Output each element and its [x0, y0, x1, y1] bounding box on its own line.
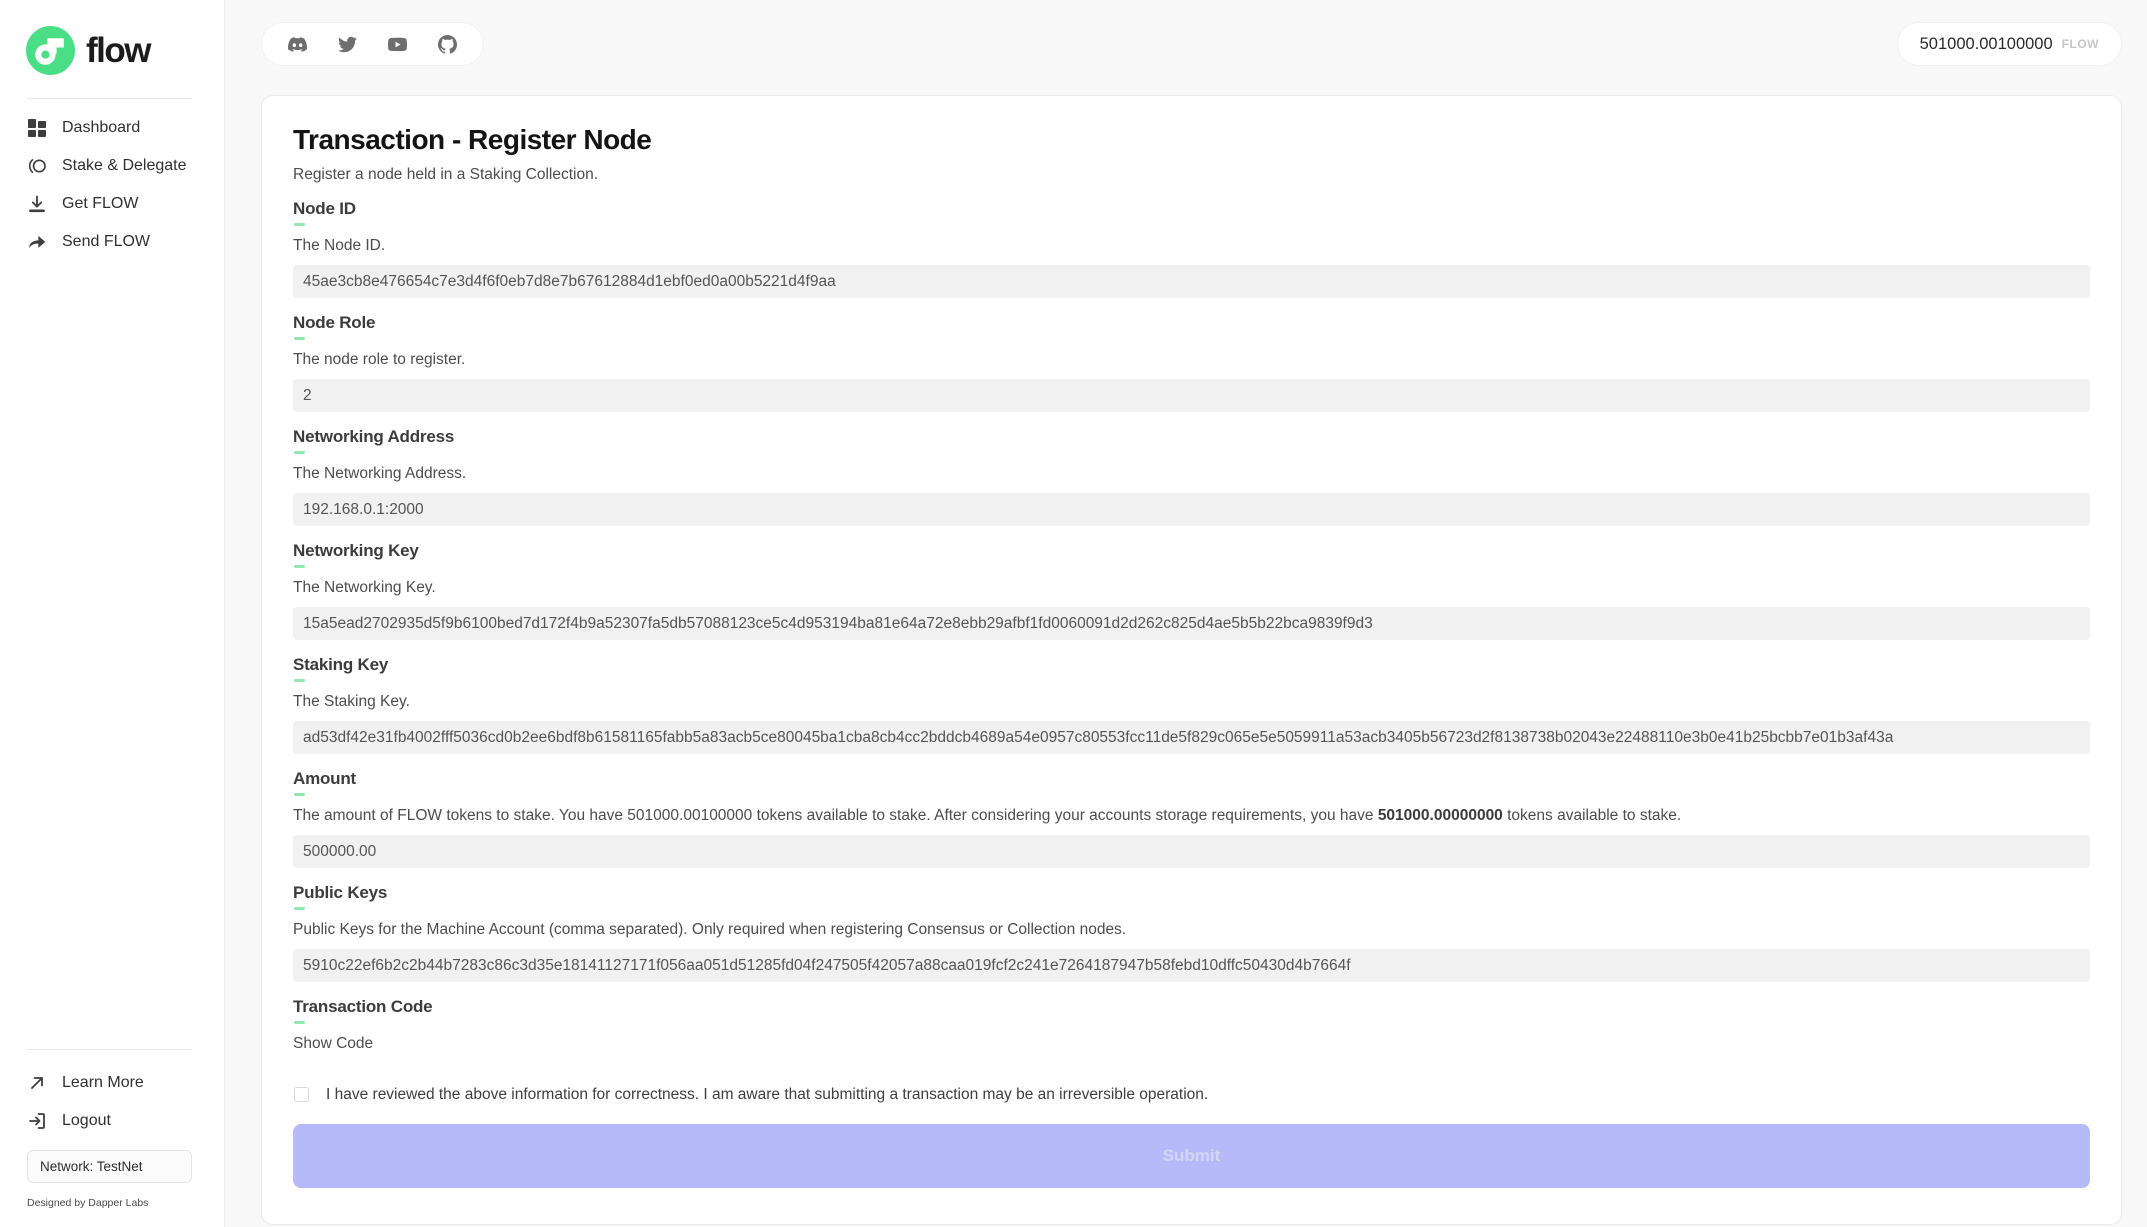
sidebar-spacer	[0, 261, 224, 1026]
balance-amount: 501000.00100000	[1920, 35, 2053, 54]
sidebar-item-logout[interactable]: Logout	[0, 1102, 224, 1140]
sidebar-divider-bottom	[27, 1049, 192, 1050]
account-balance-pill: 501000.00100000 FLOW	[1897, 22, 2122, 66]
field-node-id: Node ID The Node ID.	[293, 199, 2090, 298]
node-role-input[interactable]	[293, 379, 2090, 412]
topbar: 501000.00100000 FLOW	[261, 22, 2122, 66]
label-accent-bar	[294, 451, 305, 454]
field-label: Public Keys	[293, 883, 2090, 903]
brand: flow	[0, 0, 224, 75]
label-accent-bar	[294, 1021, 305, 1024]
field-label: Staking Key	[293, 655, 2090, 675]
dashboard-icon	[27, 118, 47, 138]
stake-icon	[27, 156, 47, 176]
sidebar-item-label: Get FLOW	[62, 195, 138, 213]
field-help: The node role to register.	[293, 351, 2090, 369]
twitter-icon[interactable]	[338, 35, 357, 54]
flow-logo-icon	[26, 26, 75, 75]
amount-input[interactable]	[293, 835, 2090, 868]
download-icon	[27, 194, 47, 214]
field-help: The Staking Key.	[293, 693, 2090, 711]
field-staking-key: Staking Key The Staking Key.	[293, 655, 2090, 754]
balance-currency-label: FLOW	[2062, 37, 2099, 51]
field-public-keys: Public Keys Public Keys for the Machine …	[293, 883, 2090, 982]
confirmation-checkbox[interactable]	[294, 1087, 309, 1102]
sidebar-item-label: Send FLOW	[62, 233, 150, 251]
field-node-role: Node Role The node role to register.	[293, 313, 2090, 412]
field-label: Transaction Code	[293, 997, 2090, 1017]
field-label: Node ID	[293, 199, 2090, 219]
discord-icon[interactable]	[288, 35, 307, 54]
label-accent-bar	[294, 565, 305, 568]
amount-help-before: The amount of FLOW tokens to stake. You …	[293, 807, 1378, 824]
sidebar-item-stake-delegate[interactable]: Stake & Delegate	[0, 147, 224, 185]
field-help: Public Keys for the Machine Account (com…	[293, 921, 2090, 939]
label-accent-bar	[294, 679, 305, 682]
transaction-card: Transaction - Register Node Register a n…	[261, 95, 2122, 1225]
label-accent-bar	[294, 793, 305, 796]
external-link-icon	[27, 1073, 47, 1093]
field-label: Amount	[293, 769, 2090, 789]
sidebar-divider-top	[27, 98, 192, 99]
sidebar-item-label: Logout	[62, 1112, 111, 1130]
logout-icon	[27, 1111, 47, 1131]
field-label: Networking Key	[293, 541, 2090, 561]
staking-key-input[interactable]	[293, 721, 2090, 754]
label-accent-bar	[294, 337, 305, 340]
sidebar-item-label: Dashboard	[62, 119, 140, 137]
field-networking-key: Networking Key The Networking Key.	[293, 541, 2090, 640]
sidebar-item-learn-more[interactable]: Learn More	[0, 1064, 224, 1102]
sidebar-item-send-flow[interactable]: Send FLOW	[0, 223, 224, 261]
network-badge: Network: TestNet	[27, 1150, 192, 1183]
credit-text: Designed by Dapper Labs	[27, 1197, 224, 1209]
field-help: The amount of FLOW tokens to stake. You …	[293, 807, 2090, 825]
page-description: Register a node held in a Staking Collec…	[293, 166, 2090, 184]
confirmation-row: I have reviewed the above information fo…	[293, 1086, 2090, 1104]
sidebar-item-dashboard[interactable]: Dashboard	[0, 109, 224, 147]
social-links-pill	[261, 22, 484, 66]
sidebar-item-label: Learn More	[62, 1074, 144, 1092]
show-code-toggle[interactable]: Show Code	[293, 1035, 373, 1053]
node-id-input[interactable]	[293, 265, 2090, 298]
field-help: The Networking Address.	[293, 465, 2090, 483]
field-label: Networking Address	[293, 427, 2090, 447]
label-accent-bar	[294, 223, 305, 226]
amount-help-after: tokens available to stake.	[1503, 807, 1681, 824]
field-help: The Networking Key.	[293, 579, 2090, 597]
send-icon	[27, 232, 47, 252]
field-transaction-code: Transaction Code Show Code	[293, 997, 2090, 1053]
brand-wordmark: flow	[86, 31, 150, 71]
field-label: Node Role	[293, 313, 2090, 333]
networking-key-input[interactable]	[293, 607, 2090, 640]
amount-help-bold: 501000.00000000	[1378, 807, 1503, 824]
github-icon[interactable]	[438, 35, 457, 54]
field-amount: Amount The amount of FLOW tokens to stak…	[293, 769, 2090, 868]
page-title: Transaction - Register Node	[293, 124, 2090, 156]
sidebar-item-get-flow[interactable]: Get FLOW	[0, 185, 224, 223]
label-accent-bar	[294, 907, 305, 910]
submit-button[interactable]: Submit	[293, 1124, 2090, 1188]
sidebar: flow Dashboard Stake & Delegate Get FLOW…	[0, 0, 225, 1227]
confirmation-text: I have reviewed the above information fo…	[326, 1086, 1208, 1104]
youtube-icon[interactable]	[388, 35, 407, 54]
field-help: The Node ID.	[293, 237, 2090, 255]
main-area: 501000.00100000 FLOW Transaction - Regis…	[226, 0, 2147, 1225]
networking-address-input[interactable]	[293, 493, 2090, 526]
public-keys-input[interactable]	[293, 949, 2090, 982]
field-networking-address: Networking Address The Networking Addres…	[293, 427, 2090, 526]
sidebar-item-label: Stake & Delegate	[62, 157, 187, 175]
